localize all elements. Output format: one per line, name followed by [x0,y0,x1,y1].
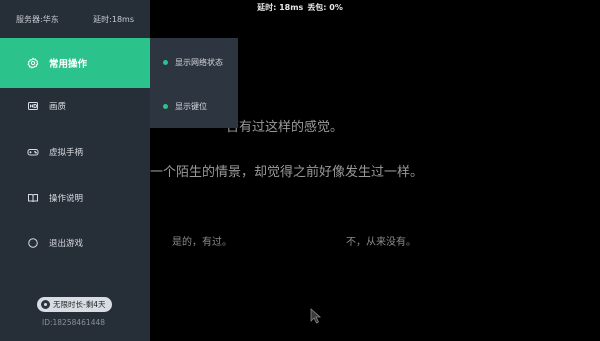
dialogue-line-2: 一个陌生的情景，却觉得之前好像发生过一样。 [150,165,424,180]
clock-icon [41,300,50,309]
menu-label: 操作说明 [49,194,84,204]
submenu-label: 显示键位 [175,101,207,111]
menu-label: 常用操作 [49,59,88,70]
sidebar: 服务器:华东 延时:18ms 常用操作 画质 虚拟手柄 操作说明 退出游戏 无限… [0,0,150,341]
hd-icon [26,99,40,113]
green-dot-icon [163,103,168,109]
gamepad-icon [26,145,40,159]
sidebar-header: 服务器:华东 延时:18ms [0,0,150,38]
menu-label: 虚拟手柄 [49,148,84,158]
green-dot-icon [163,59,168,65]
toggle-show-keys[interactable]: 显示键位 [150,94,238,118]
menu-item-instructions[interactable]: 操作说明 [0,174,150,222]
choice-no[interactable]: 不，从来没有。 [346,233,416,248]
menu-item-quality[interactable]: 画质 [0,82,150,130]
menu-label: 退出游戏 [49,239,84,249]
choice-yes[interactable]: 是的，有过。 [172,233,232,248]
gear-icon [26,56,40,70]
badge-text: 无限时长-剩4天 [53,300,106,309]
server-label: 服务器:华东 [16,14,59,24]
menu-item-common-actions[interactable]: 常用操作 [0,38,150,88]
membership-badge: 无限时长-剩4天 [37,297,113,312]
sidebar-latency: 延时:18ms [93,14,134,24]
submenu-panel: 显示网络状态 显示键位 [150,38,238,128]
packet-loss-text: 丢包: 0% [307,2,343,12]
mouse-cursor-icon [310,308,322,324]
menu-label: 画质 [49,102,67,112]
book-icon [26,191,40,205]
latency-text: 延时: 18ms [257,2,304,12]
dialogue-line-1: 否有过这样的感觉。 [226,120,344,135]
menu-item-exit-game[interactable]: 退出游戏 [0,219,150,267]
exit-icon [26,236,40,250]
menu-item-virtual-gamepad[interactable]: 虚拟手柄 [0,128,150,176]
user-id: ID:18258461448 [42,318,106,327]
submenu-label: 显示网络状态 [175,57,223,67]
toggle-network-status[interactable]: 显示网络状态 [150,50,238,74]
